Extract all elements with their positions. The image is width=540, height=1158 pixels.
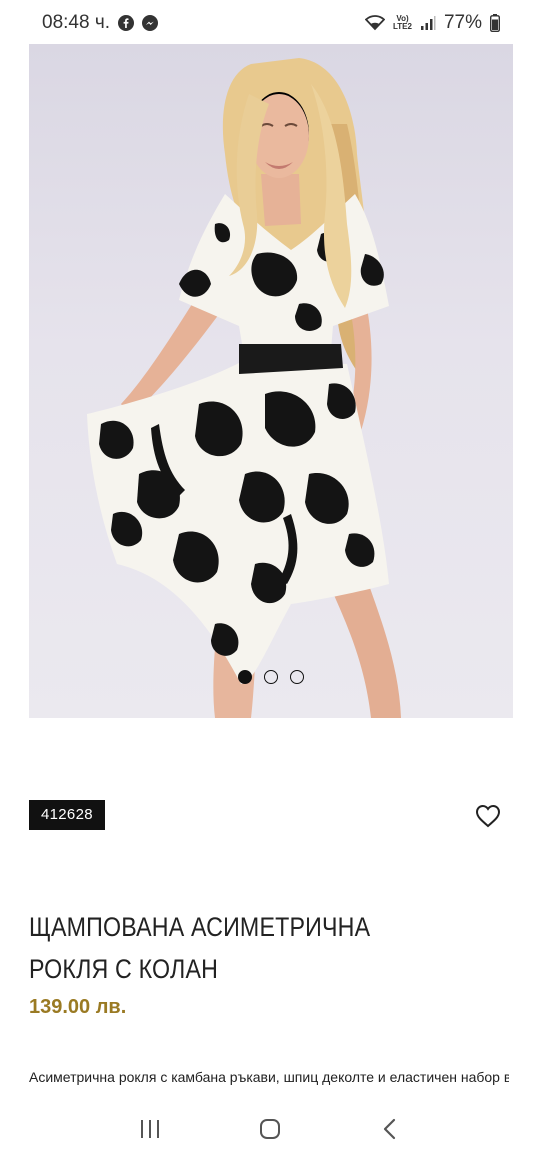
wifi-icon — [365, 15, 385, 31]
facebook-icon — [118, 15, 135, 31]
status-right: Vo) LTE2 77% — [365, 12, 500, 34]
carousel-dot-2[interactable] — [264, 670, 278, 684]
back-icon — [383, 1118, 396, 1140]
battery-icon — [490, 14, 500, 32]
product-description: Асиметрична рокля с камбана ръкави, шпиц… — [29, 1069, 509, 1085]
recent-apps-icon — [141, 1120, 159, 1138]
sku-badge: 412628 — [29, 800, 105, 830]
carousel-dots — [29, 670, 513, 684]
carousel-dot-1[interactable] — [238, 670, 252, 684]
product-image[interactable] — [29, 44, 513, 718]
product-photo — [87, 58, 401, 718]
status-left: 08:48 ч. — [42, 12, 159, 34]
signal-icon — [420, 15, 436, 31]
status-time: 08:48 ч. — [42, 12, 111, 33]
wishlist-button[interactable] — [474, 802, 502, 830]
carousel-dot-3[interactable] — [290, 670, 304, 684]
network-type-indicator: Vo) LTE2 — [393, 15, 412, 31]
recent-apps-button[interactable] — [130, 1109, 170, 1149]
network-bottom-label: LTE2 — [393, 22, 412, 31]
messenger-icon — [142, 15, 159, 31]
heart-icon — [475, 804, 501, 828]
back-button[interactable] — [370, 1109, 410, 1149]
screen: 08:48 ч. Vo) LTE2 77% 412628 ЩАМПОВАНА А… — [0, 0, 540, 1158]
status-bar: 08:48 ч. Vo) LTE2 77% — [0, 0, 540, 46]
product-title: ЩАМПОВАНА АСИМЕТРИЧНА РОКЛЯ С КОЛАН — [29, 912, 371, 984]
system-nav-bar — [0, 1100, 540, 1158]
product-price: 139.00 лв. — [29, 996, 127, 1018]
home-button[interactable] — [250, 1109, 290, 1149]
home-icon — [260, 1119, 280, 1139]
battery-percent: 77% — [443, 12, 482, 33]
